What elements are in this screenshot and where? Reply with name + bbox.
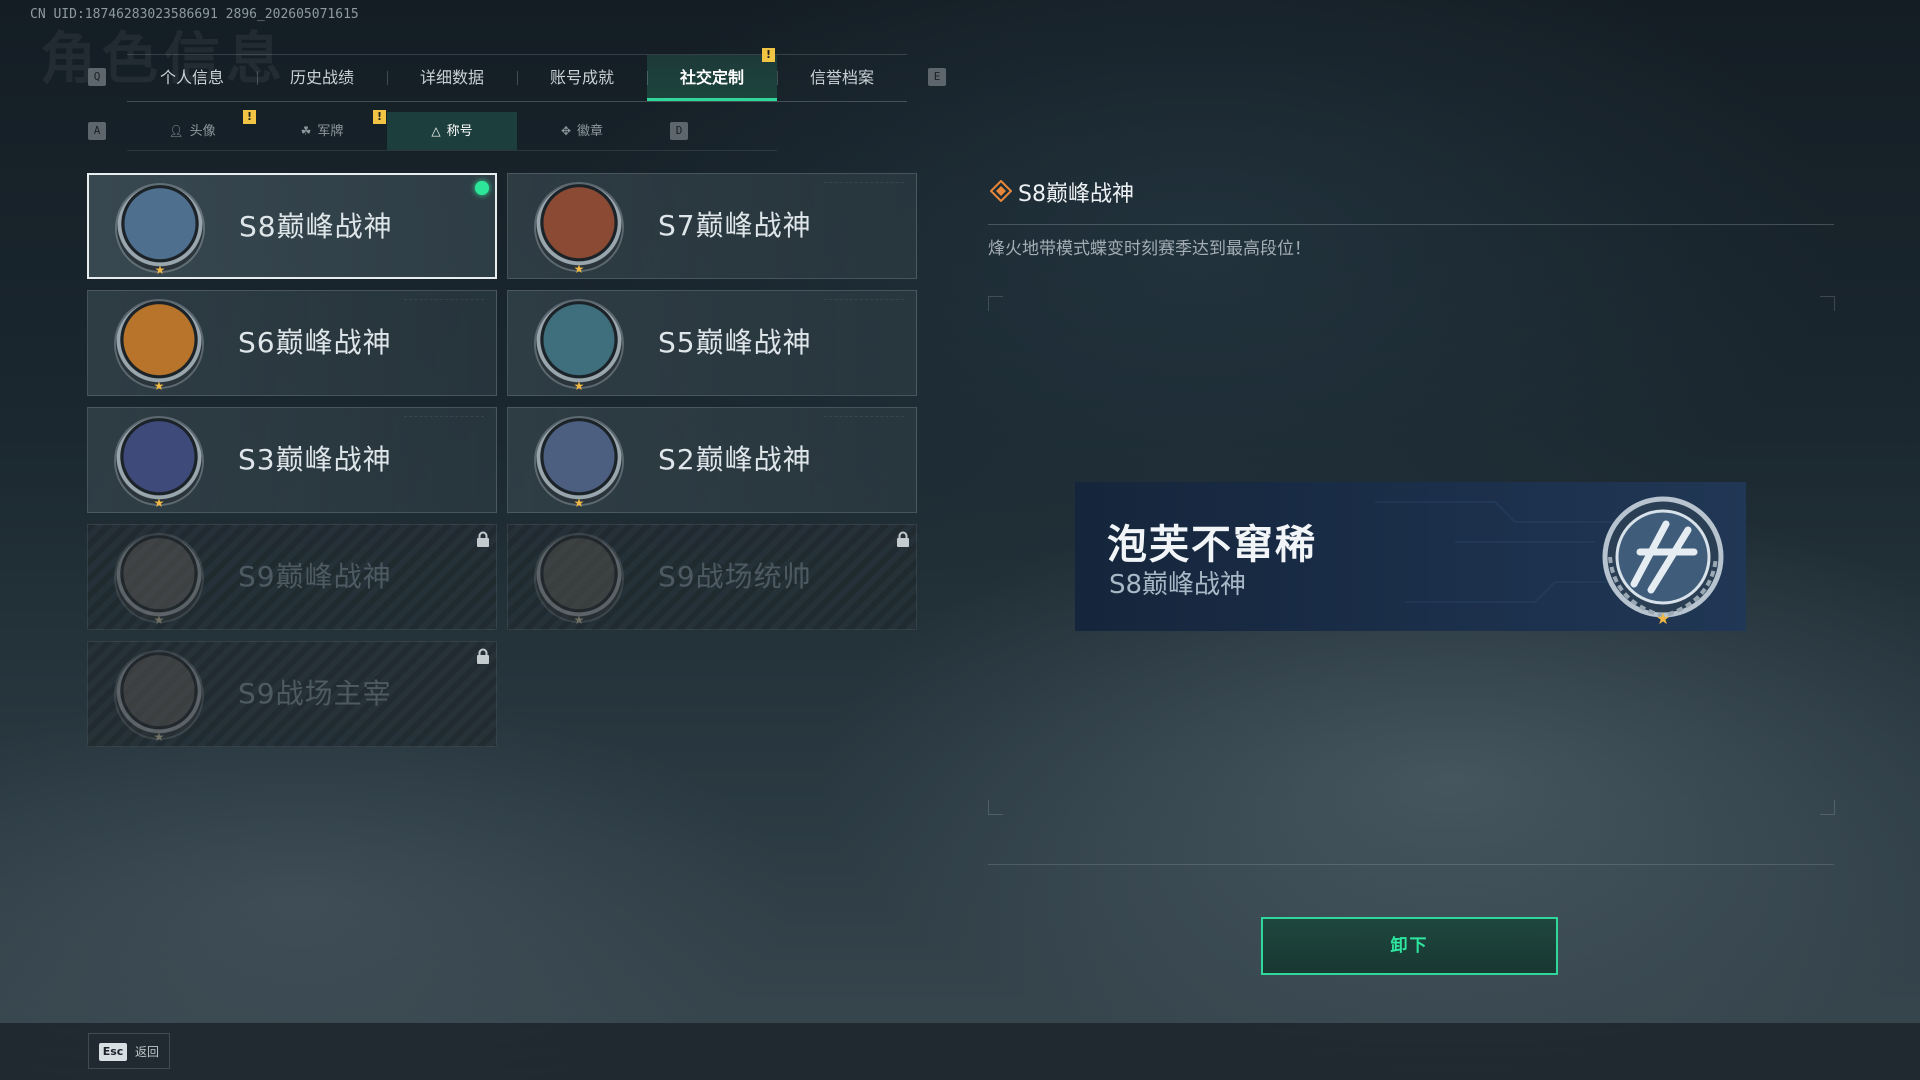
detail-title: S8巅峰战神 [1018,182,1134,207]
main-tabs: 个人信息 历史战绩 详细数据 账号成就 社交定制 信誉档案 [127,54,907,102]
s8-emblem-icon: ★ [1602,496,1724,626]
rank-star-icon: ★ [153,379,165,393]
subtab-title[interactable]: △ 称号 [387,112,517,150]
unequip-button[interactable]: 卸下 [1261,917,1558,975]
title-card-s7[interactable]: ★ S7巅峰战神 [507,173,917,279]
person-icon: 👤︎ [168,124,184,138]
rank-star-icon: ★ [153,730,165,744]
s6-badge-icon: ★ [116,301,202,393]
subtab-dogtag[interactable]: ☘ 军牌 [257,112,387,150]
lock-icon [897,531,909,547]
title-preview-banner: 泡芙不窜稀 S8巅峰战神 ★ [1075,482,1746,631]
title-name: S9战场统帅 [658,560,812,593]
title-name: S5巅峰战神 [658,326,812,359]
rank-star-icon: ★ [153,613,165,627]
subtab-label: 称号 [446,124,473,139]
title-card-s2[interactable]: ★ S2巅峰战神 [507,407,917,513]
title-card-s9-dominator[interactable]: ★ S9战场主宰 [87,641,497,747]
tab-achievements[interactable]: 账号成就 [517,55,647,101]
subtab-next-key[interactable]: D [670,122,688,140]
lock-icon [477,531,489,547]
badge-icon: ✥ [560,124,572,138]
title-card-s6[interactable]: ★ S6巅峰战神 [87,290,497,396]
social-tab-alert-icon: ! [762,48,775,62]
subtab-badge[interactable]: ✥ 徽章 [517,112,647,150]
title-name: S3巅峰战神 [238,443,392,476]
rank-star-icon: ★ [573,262,585,276]
dogtag-alert-icon: ! [373,110,386,124]
subtab-prev-key[interactable]: A [88,122,106,140]
s7-badge-icon: ★ [536,184,622,276]
title-name: S6巅峰战神 [238,326,392,359]
tab-match-history[interactable]: 历史战绩 [257,55,387,101]
rank-star-icon: ★ [154,263,166,277]
bottom-bar [0,1023,1920,1080]
tab-next-key[interactable]: E [928,68,946,86]
subtab-label: 头像 [189,124,216,139]
triangle-icon: △ [431,124,441,138]
banner-player-name: 泡芙不窜稀 [1107,522,1317,568]
back-label: 返回 [135,1045,160,1059]
tab-detailed-data[interactable]: 详细数据 [387,55,517,101]
s8-badge-icon: ★ [117,185,203,277]
s9-peak-badge-icon: ★ [116,535,202,627]
rank-star-icon: ★ [573,379,585,393]
title-name: S7巅峰战神 [658,209,812,242]
rank-star-icon: ★ [573,613,585,627]
back-button[interactable]: Esc 返回 [88,1033,170,1069]
rank-star-icon: ★ [573,496,585,510]
title-card-s9-commander[interactable]: ★ S9战场统帅 [507,524,917,630]
subtab-label: 军牌 [317,124,344,139]
detail-description: 烽火地带模式蝶变时刻赛季达到最高段位！ [988,239,1311,259]
title-name: S9巅峰战神 [238,560,392,593]
equipped-indicator [475,181,489,195]
title-card-s3[interactable]: ★ S3巅峰战神 [87,407,497,513]
title-card-s5[interactable]: ★ S5巅峰战神 [507,290,917,396]
tag-icon: ☘ [300,124,312,138]
s2-badge-icon: ★ [536,418,622,510]
s3-badge-icon: ★ [116,418,202,510]
svg-text:★: ★ [1656,609,1670,626]
uid-text: CN UID:18746283023586691 2896_2026050716… [30,7,359,22]
title-card-s8[interactable]: ★ S8巅峰战神 [87,173,497,279]
subtab-label: 徽章 [577,124,604,139]
title-name: S9战场主宰 [238,677,392,710]
esc-key: Esc [99,1043,127,1061]
lock-icon [477,648,489,664]
s5-badge-icon: ★ [536,301,622,393]
detail-divider [988,224,1834,225]
avatar-alert-icon: ! [243,110,256,124]
rank-star-icon: ★ [153,496,165,510]
title-name: S2巅峰战神 [658,443,812,476]
banner-title: S8巅峰战神 [1109,570,1247,600]
title-card-s9-peak[interactable]: ★ S9巅峰战神 [87,524,497,630]
subtab-avatar[interactable]: 👤︎ 头像 [127,112,257,150]
title-diamond-icon [990,180,1012,202]
title-name: S8巅峰战神 [239,210,393,243]
detail-bottom-divider [988,864,1834,865]
tab-reputation[interactable]: 信誉档案 [777,55,907,101]
s9-commander-badge-icon: ★ [536,535,622,627]
s9-dominator-badge-icon: ★ [116,652,202,744]
tab-personal-info[interactable]: 个人信息 [127,55,257,101]
tab-prev-key[interactable]: Q [88,68,106,86]
tab-social-custom[interactable]: 社交定制 [647,55,777,101]
